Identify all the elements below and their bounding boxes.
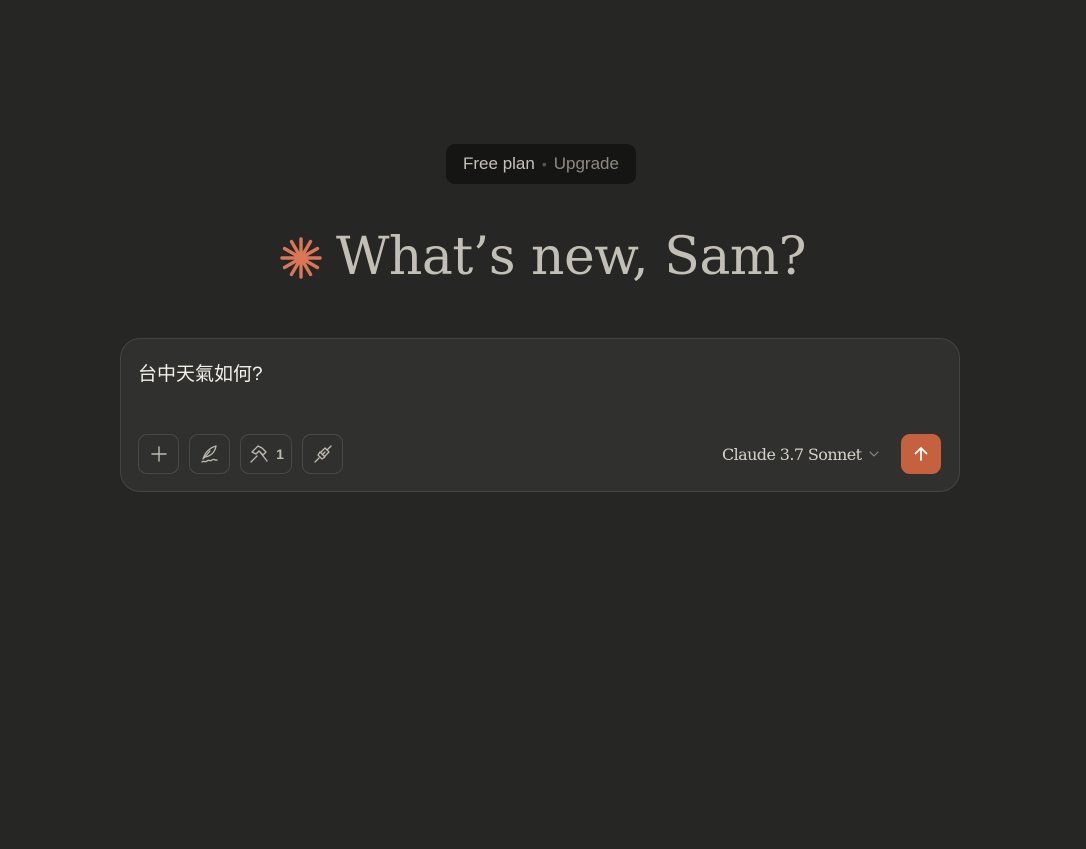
model-name: Claude 3.7 Sonnet xyxy=(722,444,862,464)
plan-separator: • xyxy=(541,156,547,172)
tools-count: 1 xyxy=(276,446,284,462)
plus-icon xyxy=(150,446,167,462)
model-selector[interactable]: Claude 3.7 Sonnet xyxy=(722,434,880,474)
plug-icon xyxy=(313,445,332,463)
spark-icon xyxy=(280,237,322,279)
message-composer: 台中天氣如何? 1 Claude 3.7 Sonnet xyxy=(120,338,960,492)
feather-pen-icon xyxy=(200,445,218,463)
add-attachment-button[interactable] xyxy=(138,434,179,474)
upgrade-link[interactable]: Upgrade xyxy=(554,154,619,174)
message-input[interactable]: 台中天氣如何? xyxy=(138,359,263,386)
tools-button[interactable]: 1 xyxy=(240,434,292,474)
style-button[interactable] xyxy=(189,434,230,474)
send-button[interactable] xyxy=(901,434,941,474)
integrations-button[interactable] xyxy=(302,434,343,474)
arrow-up-icon xyxy=(914,447,928,461)
plan-name: Free plan xyxy=(463,154,535,173)
hammer-icon xyxy=(250,445,268,463)
plan-badge: Free plan • Upgrade xyxy=(446,144,636,184)
greeting-heading: What’s new, Sam? xyxy=(335,227,807,287)
chevron-down-icon xyxy=(869,451,880,457)
greeting: What’s new, Sam? xyxy=(0,222,1086,292)
